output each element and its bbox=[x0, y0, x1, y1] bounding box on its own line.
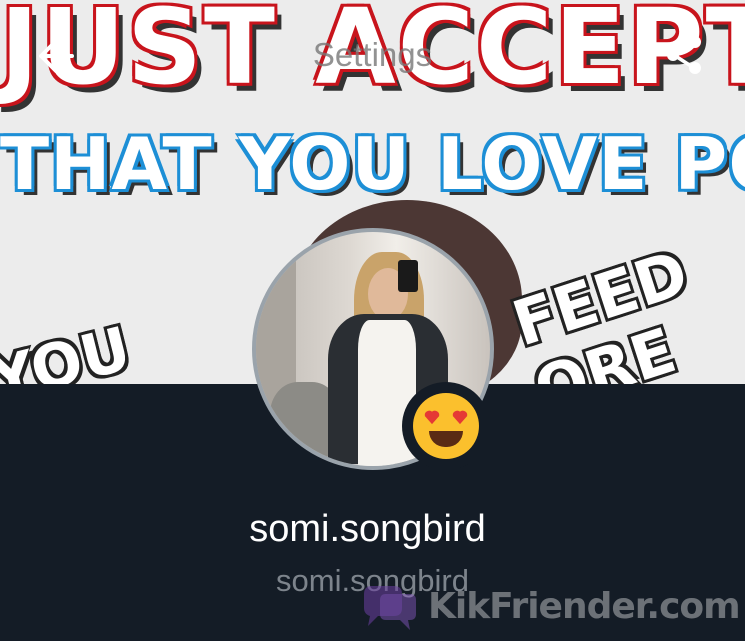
profile-display-name: somi.songbird bbox=[249, 508, 486, 550]
avatar-photo-phone bbox=[398, 260, 418, 292]
watermark: KikFriender.com bbox=[360, 580, 741, 636]
watermark-text: KikFriender.com bbox=[428, 586, 741, 627]
chat-bubbles-icon bbox=[364, 586, 416, 630]
heart-eye-icon bbox=[424, 410, 440, 425]
heart-eye-icon bbox=[452, 410, 468, 425]
page-title: Settings bbox=[312, 36, 433, 73]
emoji-mouth bbox=[429, 431, 463, 447]
mood-emoji-badge bbox=[402, 382, 490, 470]
share-icon bbox=[667, 36, 701, 74]
cover-text-right: FEED ORE bbox=[504, 235, 697, 384]
arrow-left-icon bbox=[39, 39, 74, 73]
heart-eyes-emoji-icon bbox=[413, 393, 479, 459]
share-button[interactable] bbox=[664, 34, 706, 76]
back-button[interactable] bbox=[36, 36, 76, 76]
cover-text-line2: THAT YOU LOVE PORN bbox=[0, 122, 745, 206]
cover-text-left: YOU bbox=[0, 313, 138, 384]
